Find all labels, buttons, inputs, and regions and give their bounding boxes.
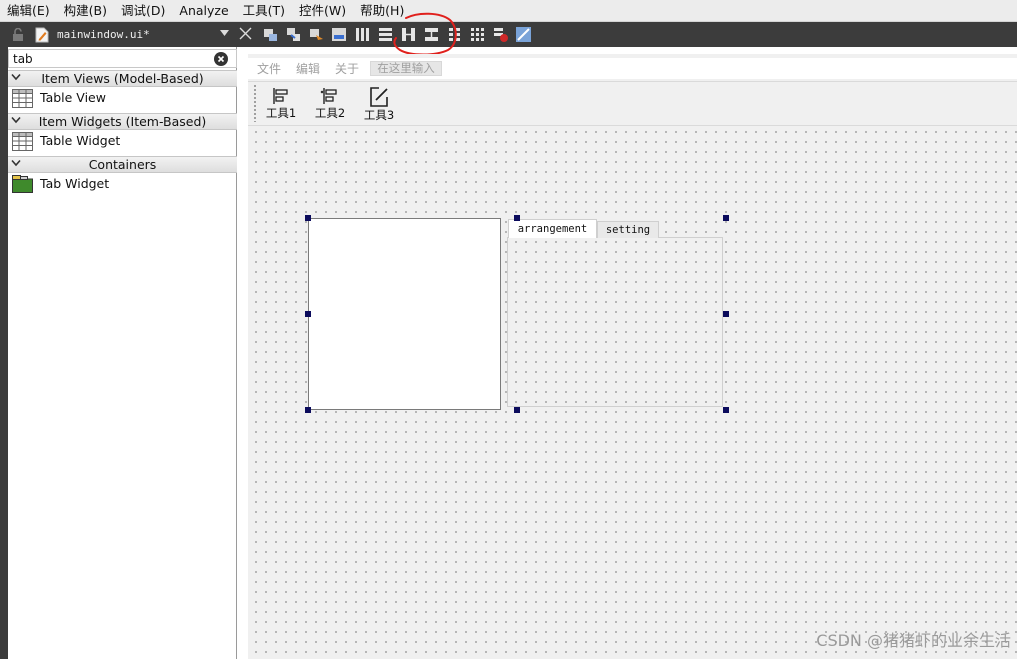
menu-edit[interactable]: 编辑(E) xyxy=(0,0,57,22)
table-icon xyxy=(12,132,33,151)
tool-label: 工具1 xyxy=(265,106,297,120)
form-menu-edit[interactable]: 编辑 xyxy=(296,61,320,77)
layout-grid-icon[interactable] xyxy=(469,26,486,43)
lock-icon[interactable] xyxy=(12,28,24,41)
layout-horizontal-icon[interactable] xyxy=(354,26,371,43)
chevron-down-icon[interactable] xyxy=(220,30,229,36)
widget-tab-widget[interactable]: Tab Widget xyxy=(8,173,237,195)
category-label: Containers xyxy=(88,157,157,172)
align-left-icon xyxy=(273,88,288,104)
resize-handle[interactable] xyxy=(514,215,520,221)
category-item-views[interactable]: Item Views (Model-Based) xyxy=(8,70,237,87)
annotation-circle xyxy=(393,12,457,56)
watermark: CSDN @猪猪虾的业余生活 xyxy=(816,631,1011,650)
edit-widgets-icon[interactable] xyxy=(262,26,279,43)
category-containers[interactable]: Containers xyxy=(8,156,237,173)
menu-bar: 编辑(E) 构建(B) 调试(D) Analyze 工具(T) 控件(W) 帮助… xyxy=(0,0,1017,22)
form-menu-bar: 文件 编辑 关于 xyxy=(248,58,1017,79)
menu-debug[interactable]: 调试(D) xyxy=(114,0,172,22)
resize-handle[interactable] xyxy=(723,215,729,221)
edit-icon xyxy=(370,87,388,107)
mode-sidebar xyxy=(0,47,8,659)
editor-toolbar-strip: mainwindow.ui* xyxy=(0,22,1017,47)
open-document-name[interactable]: mainwindow.ui* xyxy=(57,26,150,43)
resize-handle[interactable] xyxy=(723,311,729,317)
close-icon[interactable] xyxy=(239,27,252,40)
form-menu-about[interactable]: 关于 xyxy=(335,61,359,77)
clear-filter-icon[interactable] xyxy=(214,52,228,66)
tool-label: 工具3 xyxy=(363,108,395,122)
resize-handle[interactable] xyxy=(305,311,311,317)
category-item-widgets[interactable]: Item Widgets (Item-Based) xyxy=(8,113,237,130)
tool-2-button[interactable]: 工具2 xyxy=(310,86,350,126)
menu-build[interactable]: 构建(B) xyxy=(57,0,114,22)
tab-widget-icon xyxy=(12,175,33,193)
widget-table-view[interactable]: Table View xyxy=(8,87,237,109)
align-right-icon xyxy=(320,88,337,104)
menu-tools[interactable]: 工具(T) xyxy=(236,0,292,22)
menu-widgets[interactable]: 控件(W) xyxy=(292,0,353,22)
widget-label: Table Widget xyxy=(40,133,121,148)
tab-arrangement[interactable]: arrangement xyxy=(508,219,597,238)
widget-table-widget[interactable]: Table Widget xyxy=(8,130,237,152)
edit-tab-order-icon[interactable] xyxy=(331,26,348,43)
edit-buddies-icon[interactable] xyxy=(308,26,325,43)
table-widget-instance[interactable] xyxy=(308,218,501,410)
resize-handle[interactable] xyxy=(305,407,311,413)
resize-handle[interactable] xyxy=(514,407,520,413)
toolbar-grip[interactable] xyxy=(253,84,257,122)
table-icon xyxy=(12,89,33,108)
menu-analyze[interactable]: Analyze xyxy=(172,0,235,22)
resize-handle[interactable] xyxy=(723,407,729,413)
tab-widget-instance[interactable] xyxy=(507,237,723,407)
widget-filter-box xyxy=(8,49,237,68)
break-layout-icon[interactable] xyxy=(492,26,509,43)
widget-label: Tab Widget xyxy=(40,176,110,191)
tab-setting[interactable]: setting xyxy=(597,221,659,238)
resize-handle[interactable] xyxy=(305,215,311,221)
ui-file-icon xyxy=(35,27,49,43)
widget-label: Table View xyxy=(40,90,106,105)
form-menu-file[interactable]: 文件 xyxy=(257,61,281,77)
widget-filter-input[interactable] xyxy=(9,50,209,67)
type-here-menu-placeholder[interactable]: 在这里输入 xyxy=(370,61,442,76)
category-label: Item Widgets (Item-Based) xyxy=(38,114,207,129)
adjust-size-icon[interactable] xyxy=(515,26,532,43)
edit-signals-icon[interactable] xyxy=(285,26,302,43)
tool-3-button[interactable]: 工具3 xyxy=(359,86,399,126)
category-label: Item Views (Model-Based) xyxy=(41,71,204,86)
tool-label: 工具2 xyxy=(314,106,346,120)
tool-1-button[interactable]: 工具1 xyxy=(261,86,301,126)
